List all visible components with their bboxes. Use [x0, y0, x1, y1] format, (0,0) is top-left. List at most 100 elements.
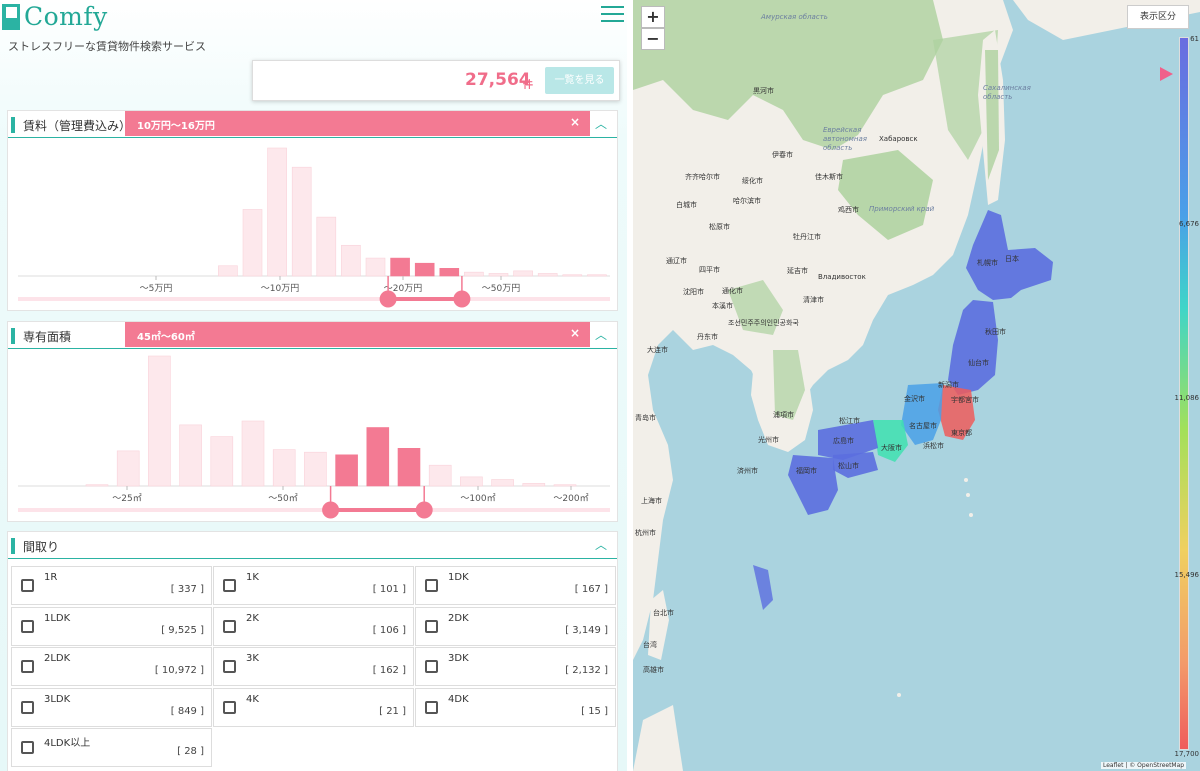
- map-city-label: 伊春市: [772, 151, 793, 159]
- scale-label: 15,496: [1174, 571, 1200, 579]
- area-slider-max-handle[interactable]: [415, 501, 433, 519]
- area-collapse-chevron-icon[interactable]: ︿: [595, 326, 607, 343]
- layout-checkbox[interactable]: [21, 619, 34, 633]
- layout-checkbox[interactable]: [223, 619, 236, 633]
- rent-collapse-chevron-icon[interactable]: ︿: [595, 115, 607, 132]
- layout-checkbox[interactable]: [21, 660, 34, 673]
- okinawa-islands: [753, 565, 773, 610]
- layout-option-4DK[interactable]: 4DK [ 15 ]: [415, 687, 616, 727]
- layout-option-2K[interactable]: 2K [ 106 ]: [213, 606, 414, 646]
- map-city-label: 秋田市: [985, 328, 1006, 336]
- layout-option-label: 2DK: [448, 612, 469, 624]
- layout-checkbox[interactable]: [425, 579, 438, 592]
- area-histogram-svg: 〜25㎡ 〜50㎡ 〜100㎡ 〜200㎡: [18, 355, 610, 519]
- layout-option-count: [ 9,525 ]: [161, 624, 204, 636]
- layout-checkbox[interactable]: [223, 579, 236, 592]
- zoom-out-button[interactable]: −: [641, 28, 665, 50]
- map-city-label: 白城市: [676, 201, 697, 209]
- view-list-button[interactable]: 一覧を見る: [545, 67, 614, 94]
- map-city-label: 齐齐哈尔市: [685, 173, 720, 181]
- map-city-label: 台北市: [653, 609, 674, 617]
- layout-option-4K[interactable]: 4K [ 21 ]: [213, 687, 414, 727]
- rent-histogram-bar: [587, 274, 607, 277]
- logo[interactable]: Comfy: [2, 2, 108, 31]
- rent-histogram-bar: [316, 216, 337, 277]
- section-accent-bar: [11, 117, 15, 133]
- map-city-label: 東京都: [951, 429, 972, 437]
- layout-checkbox[interactable]: [425, 660, 438, 673]
- layout-option-4LDK以上[interactable]: 4LDK以上 [ 28 ]: [11, 728, 212, 767]
- map-region-label: Приморский край: [869, 205, 935, 213]
- map-city-label: 佳木斯市: [815, 173, 843, 181]
- map-city-label: 浜松市: [923, 442, 944, 450]
- map-city-label: 光州市: [758, 436, 779, 444]
- layout-option-3LDK[interactable]: 3LDK [ 849 ]: [11, 687, 212, 727]
- map-city-label: Владивосток: [818, 273, 866, 281]
- rent-tick-label: 〜10万円: [261, 283, 299, 294]
- area-filter-clear-icon[interactable]: ×: [570, 326, 580, 340]
- layout-option-1DK[interactable]: 1DK [ 167 ]: [415, 566, 616, 605]
- result-count-unit: 件: [523, 80, 533, 91]
- area-section-header[interactable]: 専有面積 45㎡〜60㎡ × ︿: [8, 322, 617, 349]
- area-tick-label: 〜200㎡: [553, 493, 588, 504]
- layout-option-count: [ 167 ]: [574, 584, 608, 595]
- kinki-region: [873, 420, 908, 462]
- layout-checkbox[interactable]: [223, 660, 236, 673]
- layout-checkbox[interactable]: [21, 579, 34, 592]
- map-city-label: 通辽市: [666, 257, 687, 265]
- hamburger-menu-icon[interactable]: [601, 6, 624, 24]
- rent-slider-max-handle[interactable]: [453, 290, 471, 308]
- layout-checkbox[interactable]: [425, 619, 438, 633]
- map-city-label: 通化市: [722, 287, 743, 295]
- rent-slider-min-handle[interactable]: [379, 290, 397, 308]
- layout-option-1K[interactable]: 1K [ 101 ]: [213, 566, 414, 605]
- rent-section-header[interactable]: 賃料（管理費込み） 10万円〜16万円 × ︿: [8, 111, 617, 138]
- layout-option-1R[interactable]: 1R [ 337 ]: [11, 566, 212, 605]
- rent-histogram-bar: [562, 274, 583, 277]
- rent-filter-clear-icon[interactable]: ×: [570, 115, 580, 129]
- map-city-label: 青岛市: [635, 414, 656, 422]
- map-attribution[interactable]: Leaflet | © OpenStreetMap: [1101, 762, 1187, 769]
- layout-option-2LDK[interactable]: 2LDK [ 10,972 ]: [11, 647, 212, 686]
- layout-option-label: 2LDK: [44, 653, 71, 664]
- map-region-label: Еврейская автономная область: [823, 126, 867, 152]
- layout-option-label: 1R: [44, 572, 58, 583]
- layout-checkbox[interactable]: [223, 700, 236, 714]
- layout-option-count: [ 21 ]: [379, 705, 406, 717]
- map-region-label: Амурская область: [761, 13, 828, 21]
- layout-option-1LDK[interactable]: 1LDK [ 9,525 ]: [11, 606, 212, 646]
- layout-option-count: [ 28 ]: [177, 746, 204, 757]
- layout-option-label: 4LDK以上: [44, 738, 91, 749]
- map-city-label: 仙台市: [968, 359, 989, 367]
- map-city-label: 宇都宮市: [951, 396, 979, 404]
- layout-option-2DK[interactable]: 2DK [ 3,149 ]: [415, 606, 616, 646]
- area-histogram-bar: [241, 420, 265, 487]
- map-city-label: 済州市: [737, 467, 758, 475]
- layout-collapse-chevron-icon[interactable]: ︿: [595, 536, 607, 553]
- area-tick-label: 〜25㎡: [112, 493, 141, 504]
- map-city-label: 黒河市: [753, 87, 774, 95]
- map-city-label: 哈尔滨市: [733, 197, 761, 205]
- layout-checkbox[interactable]: [21, 700, 34, 714]
- rent-histogram-bar: [218, 265, 238, 277]
- map-city-label: 绥化市: [742, 177, 763, 185]
- rent-histogram-bar: [365, 257, 386, 277]
- map-city-label: 大阪市: [881, 444, 902, 452]
- map-city-label: 丹东市: [697, 333, 718, 341]
- map-city-label: 鸡西市: [838, 206, 859, 214]
- area-slider-min-handle[interactable]: [322, 501, 340, 519]
- map-city-label: 浦項市: [773, 411, 794, 419]
- area-histogram-bar: [553, 484, 577, 487]
- layout-option-3K[interactable]: 3K [ 162 ]: [213, 647, 414, 686]
- layout-option-3DK[interactable]: 3DK [ 2,132 ]: [415, 647, 616, 686]
- layout-section-header[interactable]: 間取り ︿: [8, 532, 617, 559]
- rent-histogram-bar: [513, 270, 533, 277]
- result-count: 27,564: [465, 70, 531, 90]
- map[interactable]: + − 表示区分 61 6,676 11,086 15,496 17,700 Х…: [633, 0, 1200, 771]
- map-region-label: Сахалинская область: [983, 84, 1031, 101]
- layout-checkbox[interactable]: [425, 700, 438, 714]
- scale-label: 11,086: [1174, 394, 1200, 402]
- display-mode-button[interactable]: 表示区分: [1127, 5, 1189, 29]
- zoom-in-button[interactable]: +: [641, 6, 665, 28]
- layout-checkbox[interactable]: [21, 741, 34, 754]
